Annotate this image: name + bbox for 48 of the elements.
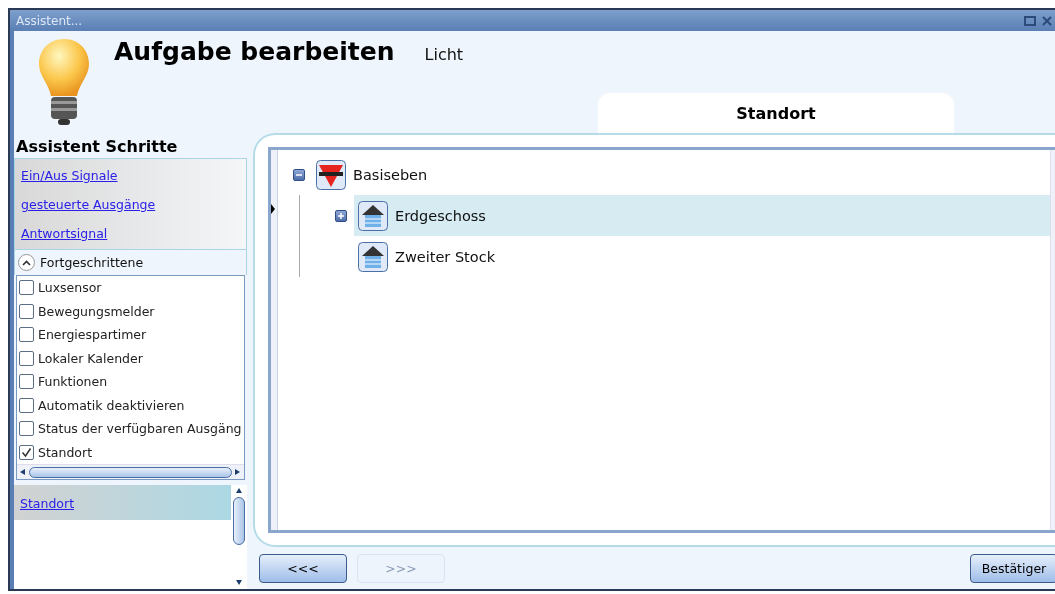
page-subtitle: Licht [424,45,464,64]
scroll-arrow-icon[interactable] [234,468,242,476]
nav-button[interactable]: <<< [259,553,347,583]
sidebar-heading: Assistent Schritte [15,137,179,156]
step-link[interactable]: Antwortsignal [21,226,240,241]
checkbox[interactable] [19,421,34,437]
tree-item[interactable]: Erdgeschoss [354,195,1050,236]
scroll-arrow-icon[interactable] [235,579,243,587]
window-title: Assistent... [16,13,84,28]
nav-button[interactable]: Bestätiger [970,553,1055,583]
checkbox-item[interactable]: Luxsensor [17,276,244,300]
scroll-arrow-icon[interactable] [235,487,243,495]
house-icon [358,200,388,231]
checkbox[interactable] [19,327,34,343]
vertical-scrollbar[interactable] [231,485,247,589]
checkbox-item[interactable]: Bewegungsmelder [17,299,244,323]
section-label: Fortgeschrittene [40,255,144,270]
expand-button[interactable] [335,209,347,222]
tree-item[interactable]: Zweiter Stock [354,236,1050,277]
house-icon [358,241,388,272]
horizontal-scrollbar[interactable] [17,464,244,479]
checkbox-item[interactable]: Standort [17,440,244,464]
checkbox-item[interactable]: Automatik deaktivieren [17,393,244,417]
step-link[interactable]: Standort [20,496,75,511]
maximize-icon[interactable] [1024,15,1036,26]
checkbox[interactable] [19,444,34,460]
collapse-button[interactable] [293,168,305,181]
scroll-arrow-icon[interactable] [19,468,27,476]
page-title: Aufgabe bearbeiten [114,37,395,66]
checkbox[interactable] [19,350,34,366]
lightbulb-icon [36,37,92,127]
close-icon[interactable] [1042,15,1052,26]
checkbox-item[interactable]: Lokaler Kalender [17,346,244,370]
plus-icon [337,211,345,220]
tab[interactable]: Standort [598,93,954,133]
logo-icon [316,159,346,190]
checkbox-item[interactable]: Funktionen [17,370,244,394]
checkbox[interactable] [19,303,34,319]
checkbox[interactable] [19,374,34,390]
tree-item[interactable]: Basiseben [312,154,1050,195]
row-indicator-icon [271,204,275,214]
collapse-icon[interactable] [18,254,35,271]
checkbox-item[interactable]: Energiespartimer [17,323,244,347]
step-link[interactable]: gesteuerte Ausgänge [21,197,240,212]
checkbox[interactable] [19,397,34,413]
checkbox-item[interactable]: Status der verfügbaren Ausgäng [17,417,244,441]
checkbox[interactable] [19,280,34,296]
step-link[interactable]: Ein/Aus Signale [21,168,240,183]
